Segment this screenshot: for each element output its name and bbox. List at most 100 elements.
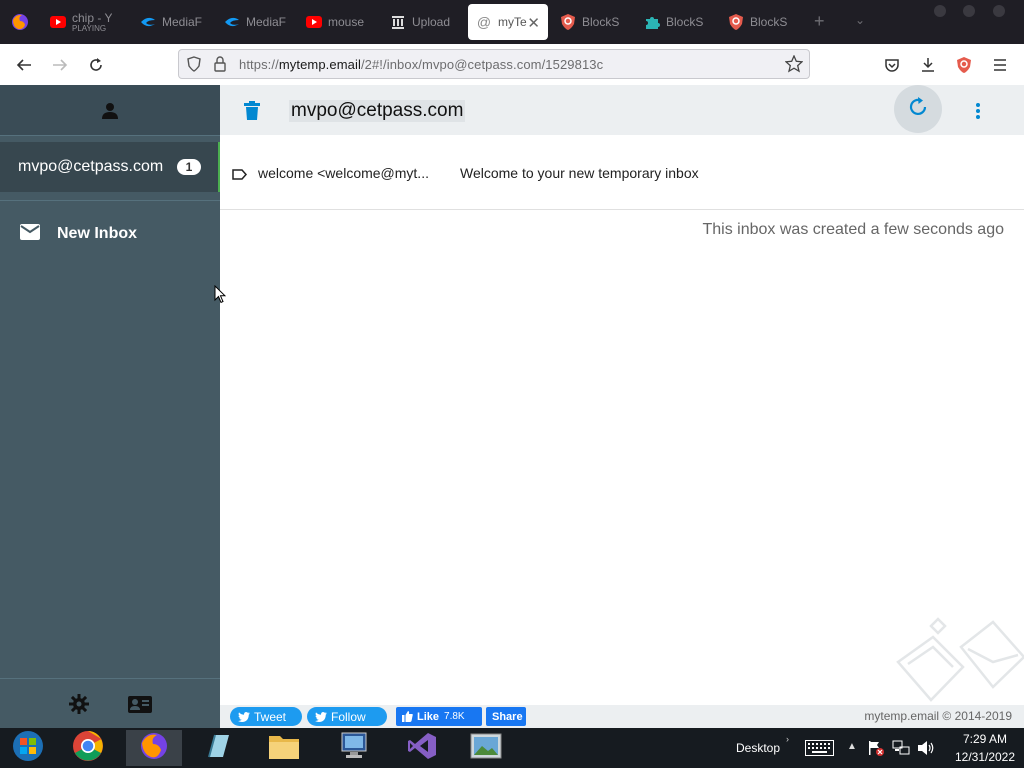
maximize-window-icon[interactable] (963, 5, 975, 17)
taskbar-chrome[interactable] (60, 730, 116, 766)
taskbar-notes-app[interactable] (190, 730, 246, 766)
mediafire-icon (224, 14, 240, 30)
tweet-button[interactable]: Tweet (230, 707, 302, 726)
account-icon[interactable] (101, 102, 119, 125)
desktop-toolbar-label[interactable]: Desktop (736, 741, 780, 755)
bookmark-star-icon[interactable] (784, 54, 804, 78)
sidebar-account-label: mvpo@cetpass.com (18, 158, 164, 175)
delete-inbox-trash-icon[interactable] (244, 101, 260, 125)
close-window-icon[interactable] (993, 5, 1005, 17)
refresh-button[interactable] (894, 85, 942, 133)
taskbar-file-explorer[interactable] (256, 730, 312, 766)
mouse-cursor-icon (214, 284, 227, 309)
tweet-label: Tweet (254, 709, 287, 724)
url-path: /2#!/inbox/mvpo@cetpass.com/1529813c (360, 57, 604, 72)
follow-button[interactable]: Follow (307, 707, 387, 726)
start-button[interactable] (0, 730, 56, 766)
taskbar-photo-viewer[interactable] (458, 730, 514, 766)
clock-time[interactable]: 7:29 AM (950, 732, 1020, 746)
archive-icon (390, 14, 406, 30)
facebook-like-button[interactable]: Like 7.8K (396, 707, 482, 726)
close-tab-icon[interactable]: ✕ (527, 14, 540, 32)
tab-mediafire-1[interactable]: MediaF (140, 4, 212, 40)
pocket-icon[interactable] (880, 53, 904, 77)
tab-mediafire-2[interactable]: MediaF (224, 4, 296, 40)
email-subject: Welcome to your new temporary inbox (460, 165, 699, 181)
shield-icon (728, 14, 744, 30)
new-tab-icon[interactable]: + (814, 11, 825, 32)
taskbar-visual-studio[interactable] (394, 730, 450, 766)
thumbs-up-icon (402, 711, 413, 722)
footer-bar: Tweet Follow Like 7.8K Share mytemp.emai… (220, 705, 1024, 728)
back-icon[interactable] (12, 53, 36, 77)
tab-label: BlockS (666, 15, 704, 29)
puzzle-icon (644, 14, 660, 30)
blocksite-extension-icon[interactable] (952, 53, 976, 77)
touch-keyboard-icon[interactable] (805, 740, 834, 761)
email-list-item[interactable]: welcome <welcome@myt... Welcome to your … (220, 135, 1024, 210)
like-count: 7.8K (444, 711, 465, 722)
facebook-share-button[interactable]: Share (486, 707, 526, 726)
start-orb-icon (12, 730, 44, 767)
tab-mytemp-email[interactable]: @ myTe ✕ (468, 4, 548, 40)
twitter-bird-icon (238, 711, 250, 722)
volume-speaker-icon[interactable] (917, 740, 935, 761)
inbox-title: mvpo@cetpass.com (289, 100, 466, 122)
url-bar[interactable]: https://mytemp.email/2#!/inbox/mvpo@cetp… (178, 49, 810, 79)
tab-label: myTe (498, 15, 527, 29)
settings-gear-icon[interactable] (69, 694, 89, 719)
notes-app-icon (203, 731, 233, 766)
tab-label: chip - Y (72, 11, 113, 25)
reload-icon[interactable] (84, 53, 108, 77)
network-icon[interactable] (892, 740, 910, 761)
shield-icon (560, 14, 576, 30)
tab-label: Upload (412, 15, 451, 29)
tab-blocksite-3[interactable]: BlockS (728, 4, 798, 40)
tab-youtube-mouse[interactable]: mouse (306, 4, 376, 40)
firefox-menu-icon[interactable] (10, 12, 30, 32)
remote-desktop-icon (338, 731, 370, 766)
downloads-icon[interactable] (916, 53, 940, 77)
tab-blocksite-1[interactable]: BlockS (560, 4, 630, 40)
inbox-header: mvpo@cetpass.com (220, 85, 1024, 135)
tab-label: BlockS (582, 15, 620, 29)
tab-blocksite-2[interactable]: BlockS (644, 4, 714, 40)
minimize-window-icon[interactable] (934, 5, 946, 17)
lock-icon[interactable] (214, 56, 226, 77)
url-text[interactable]: https://mytemp.email/2#!/inbox/mvpo@cetp… (239, 57, 603, 72)
tracking-protection-icon[interactable] (187, 56, 201, 77)
tab-label: MediaF (246, 15, 287, 29)
tab-youtube-chip[interactable]: chip - Y PLAYING (50, 4, 130, 40)
new-inbox-label: New Inbox (57, 225, 138, 242)
windows-taskbar: Desktop › ▲ 7:29 AM 12/31/2022 (0, 728, 1024, 768)
taskbar-firefox[interactable] (126, 730, 182, 766)
action-center-flag-icon[interactable] (868, 740, 884, 761)
show-hidden-icons-chevron-icon[interactable]: ▲ (847, 741, 857, 752)
tab-archive-upload[interactable]: Upload (390, 4, 460, 40)
contact-card-icon[interactable] (128, 696, 152, 718)
taskbar-remote-desktop[interactable] (326, 730, 382, 766)
forward-icon[interactable] (48, 53, 72, 77)
mail-icon (20, 224, 40, 245)
tab-label: BlockS (750, 15, 788, 29)
sidebar: mvpo@cetpass.com 1 New Inbox (0, 85, 220, 728)
refresh-icon (907, 96, 929, 123)
like-label: Like (417, 710, 440, 723)
sidebar-footer (0, 678, 220, 729)
mediafire-icon (140, 14, 156, 30)
sidebar-item-inbox-account[interactable]: mvpo@cetpass.com 1 (0, 142, 220, 192)
twitter-bird-icon (315, 711, 327, 722)
hamburger-menu-icon[interactable] (988, 53, 1012, 77)
more-options-kebab-icon[interactable] (974, 102, 982, 125)
share-label: Share (492, 710, 523, 723)
toolbar-expand-icon[interactable]: › (786, 734, 789, 744)
new-inbox-button[interactable]: New Inbox (0, 213, 220, 253)
list-all-tabs-icon[interactable]: ⌄ (855, 13, 865, 27)
follow-label: Follow (331, 709, 366, 724)
tab-playing-label: PLAYING (72, 24, 107, 33)
chrome-icon (72, 730, 104, 767)
clock-date[interactable]: 12/31/2022 (946, 750, 1024, 764)
label-tag-icon (232, 167, 248, 185)
browser-navigation-bar: https://mytemp.email/2#!/inbox/mvpo@cetp… (0, 44, 1024, 86)
tab-label: MediaF (162, 15, 203, 29)
